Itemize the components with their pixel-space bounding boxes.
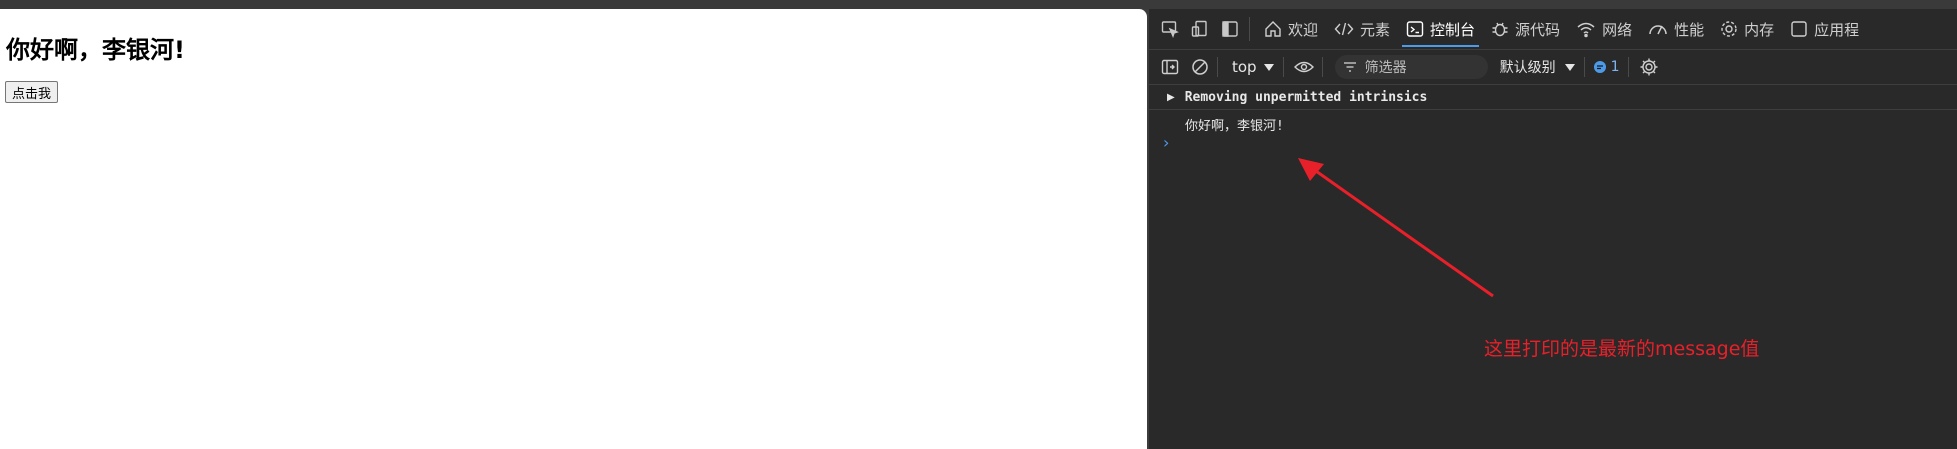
tab-label: 应用程 (1814, 20, 1860, 39)
tab-label: 源代码 (1515, 20, 1561, 39)
sidebar-toggle-icon[interactable] (1161, 59, 1179, 75)
chevron-down-icon (1263, 64, 1274, 71)
expand-triangle-icon[interactable]: ▶ (1167, 92, 1175, 103)
wifi-icon (1577, 22, 1595, 38)
issues-counter[interactable]: 1 (1593, 59, 1620, 75)
filter-placeholder: 筛选器 (1364, 60, 1407, 76)
annotation-arrow (1298, 158, 1494, 298)
context-label: top (1232, 58, 1257, 76)
context-selector[interactable]: top (1232, 58, 1275, 76)
tab-sources[interactable]: 源代码 (1483, 9, 1568, 49)
issues-count: 1 (1610, 59, 1620, 75)
toolbar-separator (1321, 57, 1323, 77)
tab-label: 内存 (1744, 20, 1775, 39)
tab-performance[interactable]: 性能 (1640, 9, 1712, 49)
tab-label: 网络 (1602, 20, 1633, 39)
inspect-element-icon[interactable] (1161, 20, 1179, 38)
toolbar-separator (1282, 57, 1284, 77)
device-emulation-icon[interactable] (1191, 20, 1209, 38)
annotation-text: 这里打印的是最新的message值 (1484, 338, 1760, 360)
tab-welcome[interactable]: 欢迎 (1256, 9, 1326, 49)
console-output: ▶ Removing unpermitted intrinsics 你好啊，李银… (1149, 85, 1957, 449)
levels-label: 默认级别 (1499, 60, 1556, 76)
devtools-panel: 欢迎 元素 控制台 源代码 网络 性能 内存 应用程 top 筛选器 默认级别 … (1149, 9, 1957, 449)
page-heading: 你好啊，李银河! (6, 36, 185, 64)
console-prompt[interactable]: › (1163, 133, 1169, 152)
eye-icon[interactable] (1293, 60, 1314, 74)
console-group-row[interactable]: ▶ Removing unpermitted intrinsics (1149, 85, 1957, 110)
message-icon (1593, 61, 1606, 73)
page-viewport: 你好啊，李银河! 点击我 (0, 9, 1147, 449)
console-icon (1406, 21, 1424, 37)
click-me-button[interactable]: 点击我 (5, 81, 59, 103)
cog-icon (1721, 21, 1737, 37)
console-log-message: 你好啊，李银河! (1185, 119, 1284, 134)
settings-gear-icon[interactable] (1639, 57, 1659, 77)
gauge-icon (1649, 25, 1667, 35)
toolbar-separator (1217, 57, 1218, 77)
tab-label: 欢迎 (1288, 20, 1319, 39)
toolbar-separator (1627, 57, 1629, 77)
devtools-tab-bar: 欢迎 元素 控制台 源代码 网络 性能 内存 应用程 (1149, 9, 1957, 50)
log-levels-dropdown[interactable]: 默认级别 (1500, 57, 1576, 77)
filter-input[interactable]: 筛选器 (1334, 55, 1488, 79)
tab-elements[interactable]: 元素 (1326, 9, 1398, 49)
toolbar-separator (1583, 57, 1585, 77)
bug-icon (1492, 22, 1508, 37)
home-icon (1265, 21, 1281, 37)
tab-network[interactable]: 网络 (1568, 9, 1640, 49)
tab-application[interactable]: 应用程 (1782, 9, 1867, 49)
tab-memory[interactable]: 内存 (1712, 9, 1782, 49)
tab-console[interactable]: 控制台 (1398, 9, 1483, 49)
app-icon (1791, 21, 1807, 37)
window-top-bar (0, 0, 1957, 9)
tab-label: 元素 (1360, 20, 1391, 39)
tab-label: 控制台 (1430, 20, 1476, 39)
filter-icon (1343, 62, 1356, 72)
code-icon (1334, 22, 1354, 36)
tab-label: 性能 (1674, 20, 1705, 39)
dock-sidebar-icon[interactable] (1221, 20, 1239, 38)
tab-separator (1249, 17, 1250, 41)
chevron-down-icon (1564, 64, 1575, 71)
group-message: Removing unpermitted intrinsics (1184, 89, 1428, 105)
clear-console-icon[interactable] (1191, 58, 1209, 76)
console-toolbar: top 筛选器 默认级别 1 (1149, 50, 1957, 85)
